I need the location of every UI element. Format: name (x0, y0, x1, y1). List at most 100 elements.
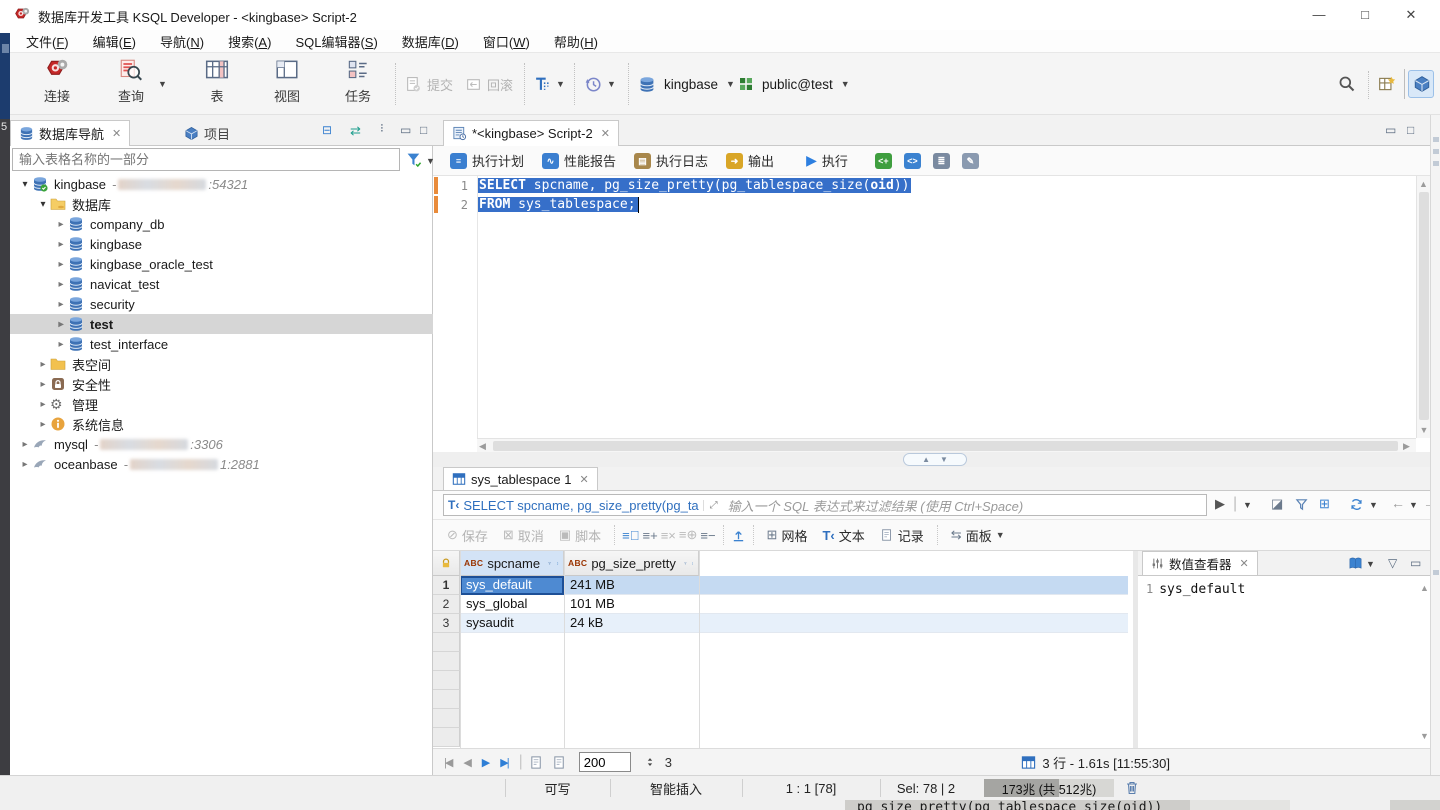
close-icon[interactable]: ✕ (601, 127, 610, 140)
splitter-down-icon[interactable]: ▼ (940, 455, 948, 464)
refresh-icon[interactable] (1349, 497, 1364, 512)
garbage-collect-trash-icon[interactable] (1124, 780, 1140, 796)
column-header-spcname[interactable]: ABC spcname (460, 551, 564, 576)
link-with-editor-icon[interactable]: ⇄ (350, 123, 361, 139)
output-button[interactable]: ➜ 输出 (719, 151, 781, 170)
code-line-2[interactable]: 2 FROM sys_tablespace; (433, 195, 1430, 214)
row-number[interactable] (433, 728, 460, 747)
viewer-scroll-up[interactable]: ▲ (1420, 583, 1429, 593)
row-number[interactable] (433, 690, 460, 709)
fetch-count-icon[interactable] (643, 755, 657, 769)
minimize-editor-icon[interactable]: ▭ (1385, 123, 1396, 137)
tree-item-数据库[interactable]: ▾ 数据库 (10, 194, 433, 214)
explain-plan-button[interactable]: ≡ 执行计划 (443, 151, 531, 170)
table-row[interactable]: 1 sys_default 241 MB (433, 576, 1128, 595)
refresh-caret[interactable]: ▼ (1369, 500, 1378, 510)
active-perspective-button[interactable] (1408, 70, 1434, 98)
close-icon[interactable]: ✕ (112, 127, 121, 140)
minimize-viewer-icon[interactable]: ▭ (1410, 556, 1421, 570)
expander-icon[interactable]: ▸ (36, 399, 50, 410)
editor-hscrollbar[interactable]: ◀ ▶ (477, 438, 1416, 452)
code-line-1[interactable]: 1 SELECT spcname, pg_size_pretty(pg_table… (433, 176, 1430, 195)
collapse-all-icon[interactable]: ⊟ (322, 123, 332, 137)
last-page-icon[interactable]: ▶| (495, 756, 512, 769)
connect-button[interactable]: 连接 (28, 57, 86, 111)
tab-result-set[interactable]: sys_tablespace 1 ✕ (443, 467, 598, 490)
tree-item-navicat_test[interactable]: ▸ navicat_test (10, 274, 433, 294)
sql-code-editor[interactable]: 1 SELECT spcname, pg_size_pretty(pg_table… (433, 176, 1430, 438)
sql-console-icon[interactable]: <> (903, 152, 921, 169)
add-row-icon[interactable]: ≡+ (643, 528, 658, 543)
edit-script-icon[interactable]: ✎ (961, 152, 979, 169)
table-button[interactable]: 表 (188, 57, 246, 111)
transaction-dropdown-caret[interactable]: ▼ (556, 79, 565, 89)
tree-item-系统信息[interactable]: ▸ 系统信息 (10, 414, 433, 434)
query-button[interactable]: 查询 (102, 57, 160, 111)
close-icon[interactable]: ✕ (579, 473, 588, 486)
schema-dropdown-caret[interactable]: ▼ (841, 79, 850, 89)
database-selector[interactable]: kingbase ▼ (638, 53, 735, 115)
execute-button[interactable]: ▶ 执行 (799, 151, 855, 170)
tab-projects[interactable]: 项目 (176, 120, 238, 146)
tree-item-kingbase[interactable]: ▸ kingbase (10, 234, 433, 254)
database-dropdown-caret[interactable]: ▼ (726, 79, 735, 89)
expander-icon[interactable]: ▸ (54, 239, 68, 250)
table-row[interactable]: 3 sysaudit 24 kB (433, 614, 1128, 633)
maximize-button[interactable]: □ (1342, 0, 1388, 30)
edit-cell-icon[interactable]: ≡⃪ (622, 528, 639, 543)
expander-icon[interactable]: ▸ (36, 379, 50, 390)
table-filter-input[interactable] (12, 148, 400, 171)
word-wrap-book-icon[interactable] (1348, 556, 1363, 571)
delete-row-icon[interactable]: ≡− (700, 528, 715, 543)
maximize-editor-icon[interactable]: □ (1407, 123, 1414, 137)
expander-icon[interactable]: ▸ (36, 419, 50, 430)
book-caret[interactable]: ▼ (1366, 559, 1375, 569)
fetch-next-segment-icon[interactable] (529, 755, 544, 770)
grid-mode-button[interactable]: ⊞ 网格 (761, 526, 814, 545)
menu-item-1[interactable]: 编辑(E) (81, 30, 148, 53)
tree-item-管理[interactable]: ▸ ⚙ 管理 (10, 394, 433, 414)
tab-script[interactable]: *<kingbase> Script-2 ✕ (443, 120, 619, 146)
expander-icon[interactable]: ▾ (36, 199, 50, 210)
menu-item-2[interactable]: 导航(N) (148, 30, 216, 53)
nav-back-caret[interactable]: ▼ (1409, 500, 1418, 510)
cancel-button[interactable]: ⊠ 取消 (497, 526, 550, 545)
expand-filter-icon[interactable]: ⤢ (702, 499, 724, 511)
result-filter-input[interactable]: T‹ SELECT spcname, pg_size_pretty(pg_ta … (443, 494, 1207, 516)
splitter-handle[interactable]: ▲ ▼ (903, 453, 967, 466)
panels-caret[interactable]: ▼ (996, 530, 1005, 540)
rollback-button[interactable]: 回滚 (465, 53, 513, 115)
expander-icon[interactable]: ▸ (54, 319, 68, 330)
menu-item-5[interactable]: 数据库(D) (390, 30, 471, 53)
execution-log-button[interactable]: ▤ 执行日志 (627, 151, 715, 170)
grid-settings-icon[interactable]: ⊞ (1319, 496, 1330, 512)
expander-icon[interactable]: ▾ (18, 179, 32, 190)
copy-row-icon[interactable]: ≡⊕ (679, 527, 697, 543)
expander-icon[interactable]: ▸ (54, 299, 68, 310)
row-number[interactable]: 1 (433, 576, 460, 595)
column-filter-icon[interactable] (548, 558, 552, 569)
export-icon[interactable] (731, 528, 746, 543)
script-list-icon[interactable]: ≣ (932, 152, 950, 169)
tab-database-navigator[interactable]: 数据库导航 ✕ (10, 120, 131, 146)
grid-cell[interactable]: 101 MB (564, 595, 699, 614)
tree-item-company_db[interactable]: ▸ company_db (10, 214, 433, 234)
filter-funnel-icon[interactable] (406, 151, 423, 168)
value-viewer-content[interactable]: 1 sys_default (1146, 582, 1245, 597)
tree-item-test[interactable]: ▸ test (10, 314, 433, 334)
minimize-button[interactable]: — (1296, 0, 1342, 30)
expander-icon[interactable]: ▸ (18, 459, 32, 470)
panels-button[interactable]: ⇆ 面板 ▼ (945, 526, 1011, 545)
tab-value-viewer[interactable]: 数值查看器 ✕ (1142, 551, 1258, 575)
tree-item-mysql[interactable]: ▸ mysql - :3306 (10, 434, 433, 454)
row-number[interactable] (433, 709, 460, 728)
apply-filter-caret[interactable]: ▼ (1243, 500, 1252, 510)
viewer-scroll-down[interactable]: ▼ (1420, 731, 1429, 741)
tree-item-security[interactable]: ▸ security (10, 294, 433, 314)
transaction-mode-button[interactable]: ▼ (534, 53, 565, 115)
expander-icon[interactable]: ▸ (54, 279, 68, 290)
view-menu-icon[interactable]: ⁝ (380, 121, 384, 135)
performance-report-button[interactable]: ∿ 性能报告 (535, 151, 623, 170)
expander-icon[interactable]: ▸ (36, 359, 50, 370)
editor-vscrollbar[interactable]: ▲ ▼ (1416, 176, 1430, 438)
